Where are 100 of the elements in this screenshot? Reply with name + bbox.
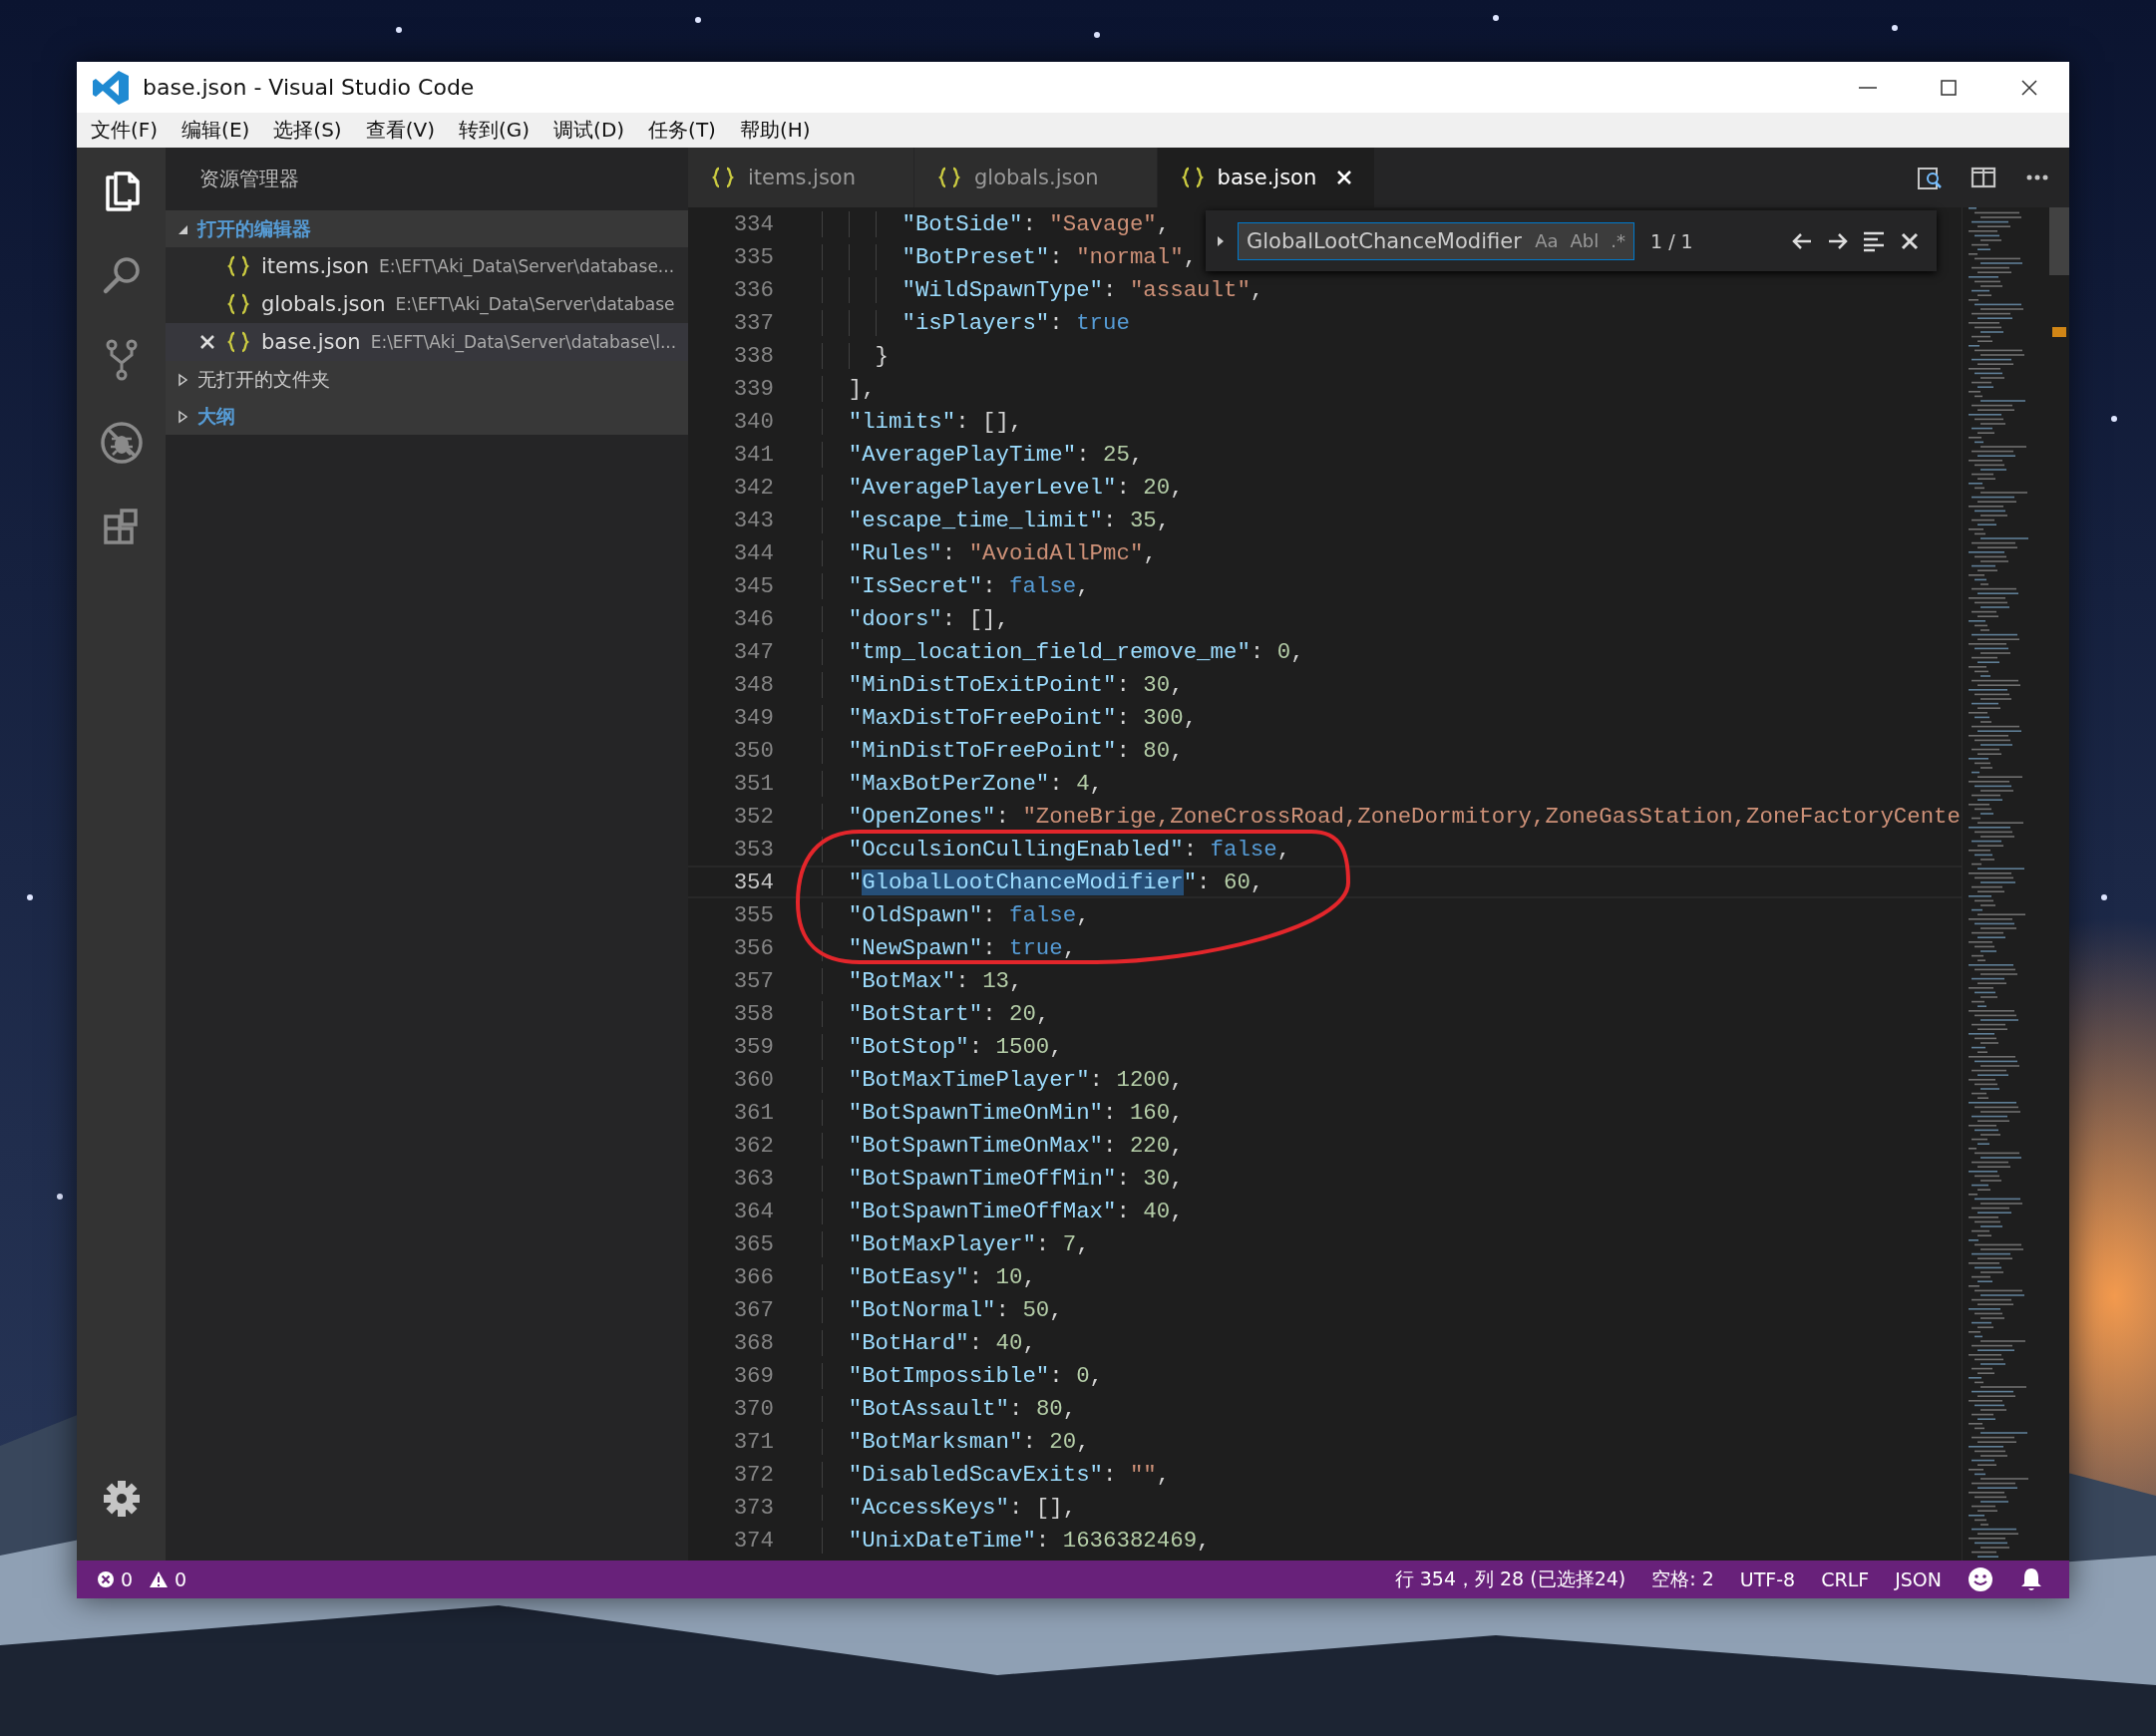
find-option-toggle[interactable]: Aa bbox=[1533, 230, 1561, 251]
menu-item[interactable]: 调试(D) bbox=[543, 117, 635, 144]
line-number: 369 bbox=[732, 1362, 774, 1389]
line-number: 355 bbox=[732, 901, 774, 928]
line-number: 352 bbox=[732, 803, 774, 830]
file-name: globals.json bbox=[261, 292, 386, 316]
line-number: 362 bbox=[732, 1132, 774, 1159]
warning-icon[interactable] bbox=[149, 1570, 170, 1588]
line-number: 338 bbox=[732, 342, 774, 369]
code-line: "doors": [], bbox=[795, 605, 1009, 632]
json-icon bbox=[227, 293, 249, 315]
section-header[interactable]: 无打开的文件夹 bbox=[166, 361, 688, 398]
line-number: 347 bbox=[732, 638, 774, 665]
line-number: 342 bbox=[732, 474, 774, 501]
smiley-icon[interactable] bbox=[1968, 1566, 1993, 1592]
status-item[interactable]: 空格: 2 bbox=[1651, 1566, 1714, 1592]
code-line: "limits": [], bbox=[795, 408, 1023, 435]
code-line: "BotPreset": "normal", bbox=[795, 243, 1198, 270]
code-line: "UnixDateTime": 1636382469, bbox=[795, 1527, 1211, 1554]
code-line: "BotImpossible": 0, bbox=[795, 1362, 1104, 1389]
open-editor-item[interactable]: items.json E:\EFT\Aki_Data\Server\database... bbox=[166, 247, 688, 285]
code-line: "NewSpawn": true, bbox=[795, 934, 1077, 961]
line-number: 364 bbox=[732, 1198, 774, 1224]
line-number: 344 bbox=[732, 539, 774, 566]
error-count[interactable]: 0 bbox=[121, 1568, 134, 1590]
editor-tab[interactable]: globals.json bbox=[914, 148, 1158, 207]
code-line: "DisabledScavExits": "", bbox=[795, 1461, 1171, 1488]
line-number: 359 bbox=[732, 1033, 774, 1060]
line-number: 354 bbox=[732, 868, 774, 895]
open-editor-item[interactable]: base.json E:\EFT\Aki_Data\Server\database\l... bbox=[166, 323, 688, 361]
line-number: 358 bbox=[732, 1000, 774, 1027]
close-icon[interactable] bbox=[199, 334, 215, 350]
line-number: 363 bbox=[732, 1165, 774, 1192]
menu-item[interactable]: 文件(F) bbox=[81, 117, 169, 144]
file-path: E:\EFT\Aki_Data\Server\database... bbox=[379, 256, 675, 276]
json-icon bbox=[712, 167, 734, 188]
json-icon bbox=[227, 255, 249, 277]
code-line: "BotStop": 1500, bbox=[795, 1033, 1063, 1060]
scrollbar-thumb[interactable] bbox=[2049, 207, 2069, 275]
code-line: "BotEasy": 10, bbox=[795, 1263, 1036, 1290]
section-header[interactable]: 打开的编辑器 bbox=[166, 210, 688, 247]
code-line: "isPlayers": true bbox=[795, 309, 1130, 336]
line-number: 349 bbox=[732, 704, 774, 731]
code-line: "BotMaxPlayer": 7, bbox=[795, 1230, 1090, 1257]
open-editor-item[interactable]: globals.json E:\EFT\Aki_Data\Server\database bbox=[166, 285, 688, 323]
line-number: 335 bbox=[732, 243, 774, 270]
line-number: 373 bbox=[732, 1494, 774, 1521]
file-name: base.json bbox=[261, 330, 361, 354]
editor-tab[interactable]: items.json bbox=[688, 148, 914, 207]
line-number: 366 bbox=[732, 1263, 774, 1290]
line-number: 343 bbox=[732, 507, 774, 533]
status-item[interactable]: UTF-8 bbox=[1739, 1568, 1796, 1590]
menu-item[interactable]: 查看(V) bbox=[355, 117, 445, 144]
menu-item[interactable]: 选择(S) bbox=[263, 117, 352, 144]
code-line: "MinDistToExitPoint": 30, bbox=[795, 671, 1184, 698]
code-line: "BotSpawnTimeOffMax": 40, bbox=[795, 1198, 1184, 1224]
collapsed-caret-icon bbox=[176, 372, 189, 387]
menu-item[interactable]: 编辑(E) bbox=[172, 117, 260, 144]
code-line: "BotMax": 13, bbox=[795, 967, 1023, 994]
code-line: "BotMarksman": 20, bbox=[795, 1428, 1090, 1455]
line-number: 337 bbox=[732, 309, 774, 336]
line-number: 370 bbox=[732, 1395, 774, 1422]
file-path: E:\EFT\Aki_Data\Server\database\l... bbox=[370, 332, 677, 352]
line-number: 367 bbox=[732, 1296, 774, 1323]
editor-tab[interactable]: base.json bbox=[1157, 148, 1376, 207]
code-line: "MaxDistToFreePoint": 300, bbox=[795, 704, 1198, 731]
file-path: E:\EFT\Aki_Data\Server\database bbox=[395, 294, 675, 314]
line-number: 372 bbox=[732, 1461, 774, 1488]
code-line: "OcculsionCullingEnabled": false, bbox=[795, 836, 1291, 863]
status-item[interactable]: JSON bbox=[1895, 1568, 1942, 1590]
error-icon[interactable] bbox=[97, 1570, 115, 1588]
sidebar-title: 资源管理器 bbox=[199, 166, 299, 192]
code-line: "MaxBotPerZone": 4, bbox=[795, 770, 1104, 797]
minimize-icon bbox=[1858, 86, 1877, 89]
json-icon bbox=[938, 167, 960, 188]
close-icon bbox=[2018, 77, 2039, 98]
line-number: 361 bbox=[732, 1099, 774, 1126]
debug-icon[interactable] bbox=[99, 421, 144, 465]
menu-item[interactable]: 任务(T) bbox=[638, 117, 726, 144]
code-line: "MinDistToFreePoint": 80, bbox=[795, 737, 1184, 764]
code-line: "BotSpawnTimeOnMax": 220, bbox=[795, 1132, 1184, 1159]
status-item[interactable]: 行 354，列 28 (已选择24) bbox=[1394, 1566, 1626, 1592]
code-line: "BotStart": 20, bbox=[795, 1000, 1050, 1027]
code-line: "OpenZones": "ZoneBrige,ZoneCrossRoad,ZoneDormitory,ZoneGasStation,ZoneFactoryCente bbox=[795, 803, 1961, 830]
code-line: "BotSpawnTimeOffMin": 30, bbox=[795, 1165, 1184, 1192]
code-line: ], bbox=[795, 375, 876, 402]
code-line: "BotSide": "Savage", bbox=[795, 210, 1171, 237]
bell-icon[interactable] bbox=[2019, 1566, 2043, 1592]
section-header[interactable]: 大纲 bbox=[166, 398, 688, 435]
collapsed-caret-icon bbox=[176, 409, 189, 424]
find-option-toggle[interactable]: Abl bbox=[1568, 230, 1602, 251]
code-line: "escape_time_limit": 35, bbox=[795, 507, 1171, 533]
code-line: "AveragePlayerLevel": 20, bbox=[795, 474, 1184, 501]
find-input[interactable]: GlobalLootChanceModifier Aa Abl .* bbox=[1238, 221, 1634, 260]
menu-item[interactable]: 转到(G) bbox=[448, 117, 540, 144]
settings-icon[interactable] bbox=[101, 1479, 142, 1519]
find-option-toggle[interactable]: .* bbox=[1609, 230, 1627, 251]
menu-item[interactable]: 帮助(H) bbox=[729, 117, 821, 144]
status-item[interactable]: CRLF bbox=[1821, 1568, 1870, 1590]
warning-count[interactable]: 0 bbox=[175, 1568, 187, 1590]
